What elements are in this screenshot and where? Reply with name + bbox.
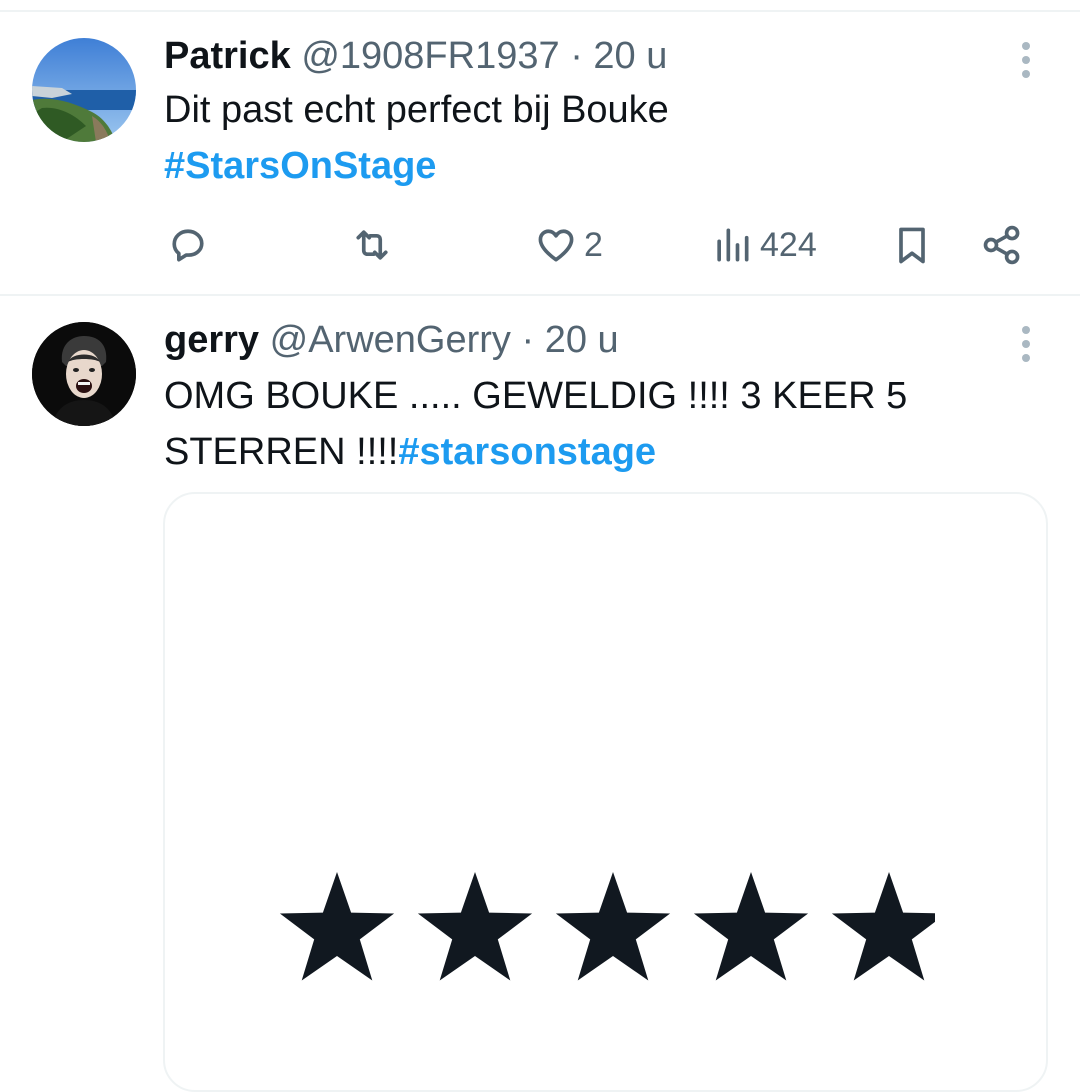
tweet-header: Patrick @1908FR1937 · 20 u bbox=[164, 34, 667, 78]
author-handle[interactable]: @ArwenGerry bbox=[270, 319, 511, 361]
timestamp[interactable]: 20 u bbox=[593, 35, 667, 77]
timestamp[interactable]: 20 u bbox=[545, 319, 619, 361]
star-icon bbox=[693, 872, 809, 981]
tweet-actions: 2 424 bbox=[0, 215, 1080, 275]
tweet-header: gerry @ArwenGerry · 20 u bbox=[164, 318, 619, 362]
views-icon bbox=[717, 228, 749, 262]
tweet-text-line: STERREN !!!! bbox=[164, 431, 399, 473]
separator-dot: · bbox=[570, 35, 583, 77]
share-icon bbox=[983, 225, 1020, 265]
share-button[interactable] bbox=[980, 215, 1024, 275]
tweet-text: OMG BOUKE ..... GEWELDIG !!!! 3 KEER 5 S… bbox=[164, 368, 907, 480]
more-options-icon[interactable] bbox=[1012, 324, 1040, 364]
person-avatar-image bbox=[32, 322, 136, 426]
bookmark-button[interactable] bbox=[890, 215, 934, 275]
separator-dot: · bbox=[521, 319, 535, 361]
bookmark-icon bbox=[899, 227, 925, 264]
star-icon bbox=[417, 872, 533, 981]
tweet-text-line: OMG BOUKE ..... GEWELDIG !!!! 3 KEER 5 bbox=[164, 375, 908, 417]
star-icon bbox=[555, 872, 671, 981]
star-icon bbox=[831, 872, 935, 981]
repost-button[interactable] bbox=[350, 215, 394, 275]
tweet-text-line: Dit past echt perfect bij Bouke bbox=[164, 89, 669, 131]
views-count: 424 bbox=[760, 225, 817, 264]
tweet-patrick[interactable]: Patrick @1908FR1937 · 20 u Dit past echt… bbox=[0, 0, 1080, 296]
heart-icon bbox=[538, 229, 574, 262]
reply-icon bbox=[172, 229, 204, 262]
reply-button[interactable] bbox=[166, 215, 210, 275]
hashtag-link[interactable]: #starsonstage bbox=[398, 431, 656, 473]
like-button[interactable]: 2 bbox=[534, 215, 603, 275]
views-button[interactable]: 424 bbox=[710, 215, 817, 275]
five-stars-image bbox=[279, 872, 935, 981]
more-options-icon[interactable] bbox=[1012, 40, 1040, 80]
star-icon bbox=[279, 872, 395, 981]
media-image-card[interactable] bbox=[163, 492, 1048, 1092]
author-name[interactable]: gerry bbox=[164, 319, 259, 361]
hashtag-link[interactable]: #StarsOnStage bbox=[164, 145, 436, 187]
tweet-text: Dit past echt perfect bij Bouke #StarsOn… bbox=[164, 82, 669, 194]
like-count: 2 bbox=[584, 225, 603, 264]
author-handle[interactable]: @1908FR1937 bbox=[301, 35, 559, 77]
coastline-avatar-image bbox=[32, 38, 136, 142]
repost-icon bbox=[356, 230, 388, 260]
avatar[interactable] bbox=[32, 322, 136, 426]
author-name[interactable]: Patrick bbox=[164, 35, 291, 77]
avatar[interactable] bbox=[32, 38, 136, 142]
